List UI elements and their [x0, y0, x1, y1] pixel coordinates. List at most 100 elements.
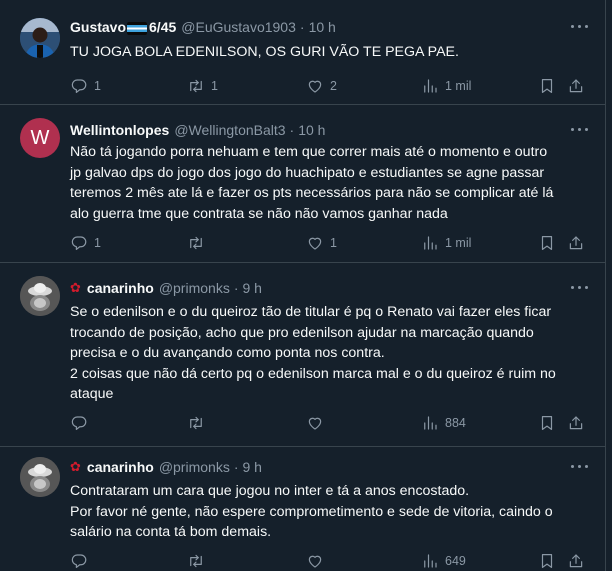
avatar[interactable] [20, 18, 60, 58]
avatar[interactable] [20, 457, 60, 497]
retweet-button[interactable] [187, 551, 211, 571]
retweet-icon [187, 77, 205, 95]
tweet-line: TU JOGA BOLA EDENILSON, OS GURI VÃO TE P… [70, 44, 459, 60]
like-button[interactable]: 1 [306, 233, 337, 253]
views-button[interactable]: 884 [421, 413, 466, 433]
views-button[interactable]: 649 [421, 551, 466, 571]
display-name[interactable]: canarinho [87, 280, 154, 296]
more-icon[interactable] [570, 123, 590, 137]
bookmark-button[interactable] [538, 233, 556, 253]
like-icon [306, 414, 324, 432]
bookmark-icon [538, 552, 556, 570]
retweet-icon [187, 552, 205, 570]
share-button[interactable] [567, 551, 585, 571]
bookmark-button[interactable] [538, 551, 556, 571]
separator: · [289, 122, 295, 138]
more-icon[interactable] [570, 281, 590, 295]
separator: · [233, 280, 239, 296]
tweet-header: Wellintonlopes @WellingtonBalt3 · 10 h [70, 120, 325, 140]
handle[interactable]: @EuGustavo1903 [181, 19, 296, 35]
reply-button[interactable] [70, 551, 94, 571]
reply-button[interactable]: 1 [70, 233, 101, 253]
timestamp[interactable]: 9 h [243, 280, 262, 296]
share-icon [567, 414, 585, 432]
handle[interactable]: @primonks [159, 280, 230, 296]
avatar-photo [20, 18, 60, 58]
views-count: 1 mil [445, 236, 472, 250]
bookmark-icon [538, 77, 556, 95]
tweet-line: Contrataram um cara que jogou no inter e… [70, 483, 470, 499]
views-button[interactable]: 1 mil [421, 233, 471, 253]
share-icon [567, 77, 585, 95]
tweet-line: Não tá jogando porra nehuam e tem que co… [70, 144, 548, 160]
tweet-line: Por favor né gente, não espere compromet… [70, 503, 553, 520]
retweet-count: 1 [211, 79, 218, 93]
bookmark-icon [538, 414, 556, 432]
retweet-button[interactable]: 1 [187, 76, 218, 96]
timestamp[interactable]: 10 h [309, 19, 336, 35]
tweet[interactable]: W Wellintonlopes @WellingtonBalt3 · 10 h… [0, 105, 605, 263]
tweet-text: Não tá jogando porra nehuam e tem que co… [70, 142, 590, 224]
flag-icon [127, 21, 148, 35]
like-button[interactable]: 2 [306, 76, 337, 96]
share-button[interactable] [567, 233, 585, 253]
avatar[interactable]: W [20, 118, 60, 158]
reply-count: 1 [94, 236, 101, 250]
views-icon [421, 234, 439, 252]
separator: · [233, 459, 239, 475]
views-button[interactable]: 1 mil [421, 76, 471, 96]
display-name[interactable]: canarinho [87, 459, 154, 475]
avatar-letter: W [30, 126, 50, 149]
like-button[interactable] [306, 413, 330, 433]
timeline: Gustavo 6/45 @EuGustavo1903 · 10 h TU JOG… [0, 0, 606, 571]
avatar-photo [20, 457, 60, 497]
tweet-line: jp galvao dps do jogo dos jogo do huachi… [70, 164, 545, 181]
retweet-button[interactable] [187, 233, 211, 253]
timestamp[interactable]: 10 h [298, 122, 325, 138]
tweet-line: trocando de posição, acho que pro edenil… [70, 324, 534, 341]
views-icon [421, 414, 439, 432]
display-name[interactable]: Gustavo 6/45 [70, 19, 176, 35]
share-button[interactable] [567, 413, 585, 433]
bookmark-icon [538, 234, 556, 252]
views-icon [421, 77, 439, 95]
tweet-line: salário na conta tá bom demais. [70, 524, 272, 540]
tweet[interactable]: ✿ canarinho @primonks · 9 h Contrataram … [0, 447, 605, 571]
action-bar: 1 1 1 mil [70, 233, 590, 253]
tweet-line: precisa e o du avançando como ponta nos … [70, 345, 385, 361]
like-button[interactable] [306, 551, 330, 571]
action-bar: 1 1 2 1 mil [70, 76, 590, 96]
handle[interactable]: @WellingtonBalt3 [174, 122, 285, 138]
like-count: 2 [330, 79, 337, 93]
more-icon[interactable] [570, 20, 590, 34]
display-name-part: 6/45 [149, 19, 177, 35]
avatar-photo [20, 276, 60, 316]
views-count: 884 [445, 416, 466, 430]
bookmark-button[interactable] [538, 413, 556, 433]
reply-button[interactable] [70, 413, 94, 433]
reply-icon [70, 77, 88, 95]
bookmark-button[interactable] [538, 76, 556, 96]
tweet-text: TU JOGA BOLA EDENILSON, OS GURI VÃO TE P… [70, 42, 590, 63]
rose-icon: ✿ [70, 459, 81, 474]
tweet[interactable]: Gustavo 6/45 @EuGustavo1903 · 10 h TU JOG… [0, 0, 605, 105]
tweet[interactable]: ✿ canarinho @primonks · 9 h Se o edenils… [0, 263, 605, 447]
like-icon [306, 234, 324, 252]
share-icon [567, 552, 585, 570]
retweet-button[interactable] [187, 413, 211, 433]
reply-button[interactable]: 1 [70, 76, 101, 96]
more-icon[interactable] [570, 460, 590, 474]
avatar[interactable] [20, 276, 60, 316]
like-icon [306, 77, 324, 95]
separator: · [299, 19, 305, 35]
handle[interactable]: @primonks [159, 459, 230, 475]
tweet-text: Contrataram um cara que jogou no inter e… [70, 481, 590, 543]
tweet-header: ✿ canarinho @primonks · 9 h [70, 457, 262, 477]
retweet-icon [187, 234, 205, 252]
share-button[interactable] [567, 76, 585, 96]
timestamp[interactable]: 9 h [243, 459, 262, 475]
reply-icon [70, 234, 88, 252]
tweet-line: alo guerra tme que contrata se não não v… [70, 205, 448, 222]
display-name[interactable]: Wellintonlopes [70, 122, 169, 138]
tweet-line: Se o edenilson e o du queiroz tão de tit… [70, 304, 552, 320]
